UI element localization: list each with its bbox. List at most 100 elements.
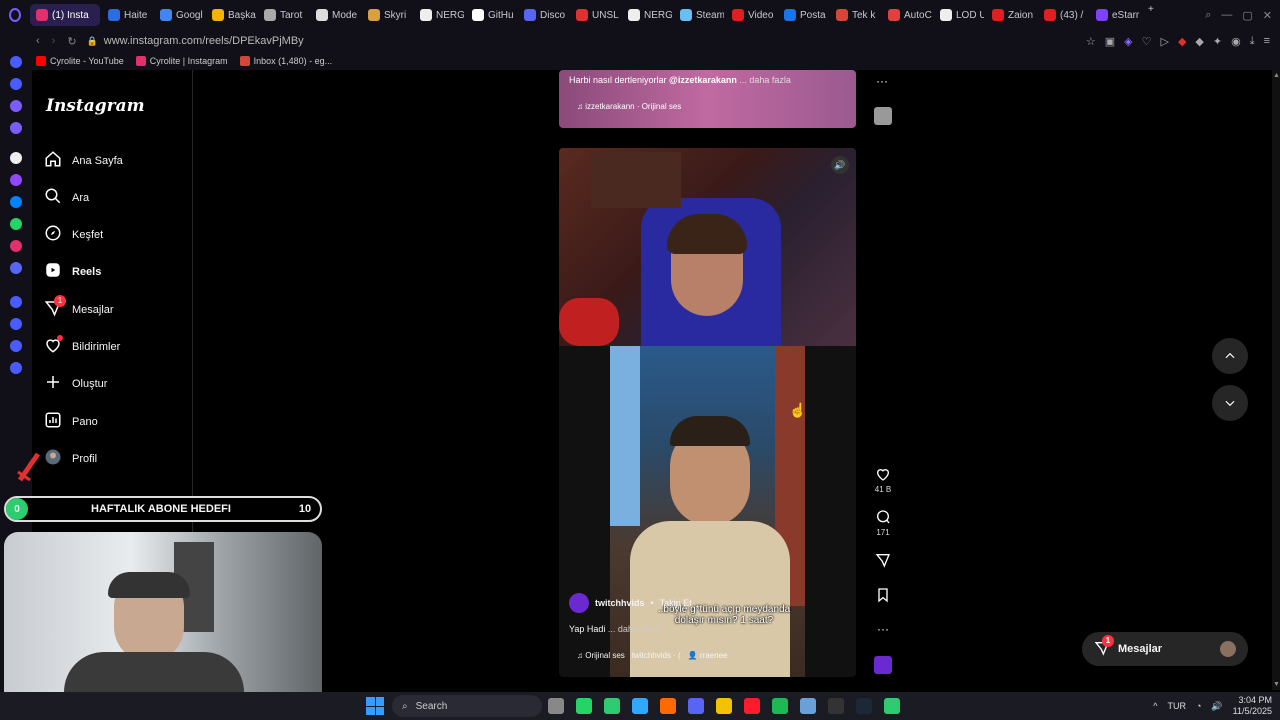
browser-tab[interactable]: Disco xyxy=(518,4,568,26)
url-field[interactable]: www.instagram.com/reels/DPEkavPjMBy xyxy=(104,35,304,47)
bookmark-icon[interactable]: ☆ xyxy=(1086,35,1096,48)
browser-tab[interactable]: Posta xyxy=(778,4,828,26)
settings-icon[interactable] xyxy=(10,362,22,374)
tagged-user[interactable]: 👤 rraenee xyxy=(688,651,728,660)
reload-icon[interactable]: ↻ xyxy=(67,35,76,48)
author-avatar[interactable] xyxy=(569,593,589,613)
author-username[interactable]: twitchhvids xyxy=(595,598,645,608)
ai-icon[interactable] xyxy=(10,78,22,90)
reel-caption[interactable]: Yap Hadi ... daha fazla xyxy=(569,624,659,634)
download-icon[interactable]: ⤓ xyxy=(1250,35,1255,48)
next-reel-button[interactable] xyxy=(1212,385,1248,421)
nav-item-messenger[interactable]: 1 Mesajlar xyxy=(44,295,114,320)
nav-item-home[interactable]: Ana Sayfa xyxy=(44,150,123,171)
browser-tab[interactable]: (1) Insta xyxy=(30,4,100,26)
browser-tab[interactable]: Haite xyxy=(102,4,152,26)
previous-audio-thumb[interactable] xyxy=(874,107,892,125)
nav-item-plus[interactable]: Oluştur xyxy=(44,373,107,394)
forward-icon[interactable]: › xyxy=(52,35,56,47)
bookmark-item[interactable]: Cyrolite | Instagram xyxy=(135,56,228,66)
browser-tab[interactable]: Tarot xyxy=(258,4,308,26)
nav-item-reels[interactable]: Reels xyxy=(44,261,101,282)
player-icon[interactable] xyxy=(10,296,22,308)
browser-tab[interactable]: Başka xyxy=(206,4,256,26)
follow-button[interactable]: Takip Et xyxy=(660,598,692,608)
phone-icon[interactable] xyxy=(604,698,620,714)
opera-menu-icon[interactable] xyxy=(0,0,30,30)
shield-icon[interactable]: ◈ xyxy=(1124,35,1132,48)
puzzle-icon[interactable]: ✦ xyxy=(1213,35,1222,48)
prev-reel-button[interactable] xyxy=(1212,338,1248,374)
more-options-icon[interactable]: ··· xyxy=(868,622,898,636)
windows-start-icon[interactable] xyxy=(366,697,384,715)
minimize-icon[interactable]: — xyxy=(1221,9,1232,22)
whatsapp-icon[interactable] xyxy=(10,218,22,230)
messages-pill[interactable]: 1 Mesajlar xyxy=(1082,632,1248,666)
play-icon[interactable]: ▷ xyxy=(1160,35,1168,48)
profile-icon[interactable]: ◉ xyxy=(1231,35,1241,48)
arc-icon[interactable] xyxy=(10,152,22,164)
tray-chevron-icon[interactable]: ^ xyxy=(1153,701,1157,711)
twitch-icon[interactable] xyxy=(10,174,22,186)
previous-more-icon[interactable]: ··· xyxy=(876,74,888,88)
clock[interactable]: 3:04 PM 11/5/2025 xyxy=(1233,695,1272,717)
whatsapp-taskbar-icon[interactable] xyxy=(576,698,592,714)
task-view-icon[interactable] xyxy=(548,698,564,714)
nav-item-dashboard[interactable]: Pano xyxy=(44,411,98,432)
browser-tab[interactable]: Video xyxy=(726,4,776,26)
back-icon[interactable]: ‹ xyxy=(36,35,40,47)
maximize-icon[interactable]: ▢ xyxy=(1242,9,1252,22)
instagram-side-icon[interactable] xyxy=(10,240,22,252)
browser-tab[interactable]: LOD U xyxy=(934,4,984,26)
wifi-icon[interactable]: ◔ xyxy=(1196,701,1201,711)
instagram-logo[interactable]: Instagram xyxy=(46,96,145,116)
history-icon[interactable] xyxy=(10,56,22,68)
browser-tab[interactable]: GitHu xyxy=(466,4,516,26)
spotify-icon[interactable] xyxy=(772,698,788,714)
scroll-up-arrow[interactable]: ▲ xyxy=(1273,72,1280,79)
language-indicator[interactable]: TUR xyxy=(1167,701,1186,711)
nav-item-compass[interactable]: Keşfet xyxy=(44,224,103,245)
browser-tab[interactable]: Steam xyxy=(674,4,724,26)
extensions-side-icon[interactable] xyxy=(10,340,22,352)
workspace-icon[interactable] xyxy=(10,100,22,112)
app-icon[interactable] xyxy=(800,698,816,714)
previous-reel-audio[interactable]: ♫ izzetkarakann · Orijinal ses xyxy=(577,102,681,111)
photoshop-icon[interactable] xyxy=(632,698,648,714)
browser-tab[interactable]: Googl xyxy=(154,4,204,26)
nav-item-search[interactable]: Ara xyxy=(44,187,89,208)
search-tabs-icon[interactable]: ⌕ xyxy=(1205,9,1211,22)
save-action[interactable] xyxy=(868,587,898,606)
scroll-down-arrow[interactable]: ▼ xyxy=(1273,681,1280,688)
opera-taskbar-icon[interactable] xyxy=(744,698,760,714)
snapshot-icon[interactable]: ▣ xyxy=(1105,35,1115,48)
steam-icon[interactable] xyxy=(856,698,872,714)
reel-audio[interactable]: ♫ Orijinal ses xyxy=(577,651,625,660)
extension-white-icon[interactable]: ◆ xyxy=(1195,35,1203,48)
browser-tab[interactable]: Skyri xyxy=(362,4,412,26)
bookmark-item[interactable]: Cyrolite - YouTube xyxy=(36,56,124,66)
browser-tab[interactable]: eStarr xyxy=(1090,4,1140,26)
taskbar-search[interactable]: ⌕ Search xyxy=(392,695,542,717)
nav-item-heart[interactable]: Bildirimler xyxy=(44,335,120,357)
audio-thumb[interactable] xyxy=(874,656,892,674)
share-action[interactable] xyxy=(868,552,898,571)
reel-audio-author[interactable]: twitchhvids · ( xyxy=(632,651,681,660)
browser-tab[interactable]: NERG xyxy=(414,4,464,26)
browser-tab[interactable]: Tek k xyxy=(830,4,880,26)
mail-icon[interactable] xyxy=(10,122,22,134)
browser-tab[interactable]: NERG xyxy=(622,4,672,26)
browser-tab[interactable]: Zaion xyxy=(986,4,1036,26)
file-explorer-icon[interactable] xyxy=(716,698,732,714)
illustrator-icon[interactable] xyxy=(660,698,676,714)
android-icon[interactable] xyxy=(884,698,900,714)
previous-reel[interactable]: Harbi nasıl dertleniyorlar @izzetkarakan… xyxy=(559,70,856,128)
menu-icon[interactable]: ≡ xyxy=(1264,35,1270,48)
like-action[interactable]: 41 B xyxy=(868,466,898,494)
heart-icon[interactable]: ♡ xyxy=(1142,35,1152,48)
obs-icon[interactable] xyxy=(828,698,844,714)
page-scrollbar[interactable]: ▲ ▼ xyxy=(1272,70,1280,690)
volume-icon[interactable]: 🔊 xyxy=(831,156,849,174)
browser-tab[interactable]: UNSL xyxy=(570,4,620,26)
messenger-side-icon[interactable] xyxy=(10,196,22,208)
